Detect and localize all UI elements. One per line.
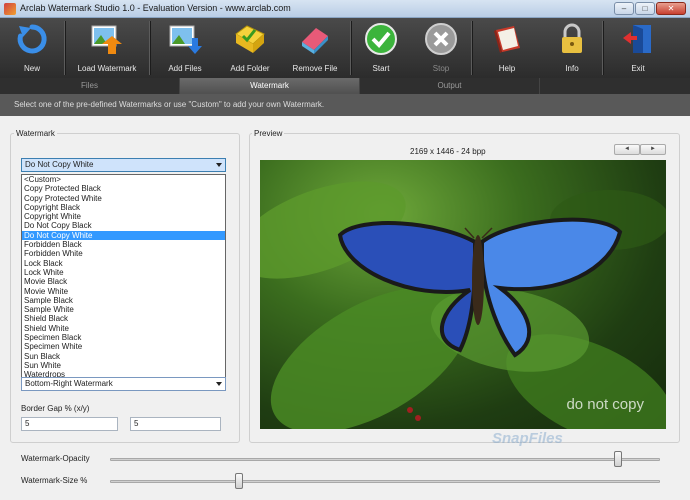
app-icon [4, 3, 16, 15]
opacity-label: Watermark-Opacity [21, 454, 90, 463]
size-slider-thumb[interactable] [234, 473, 243, 489]
add-files-button[interactable]: Add Files [150, 18, 220, 78]
image-info: 2169 x 1446 - 24 bpp [410, 147, 486, 156]
dropdown-option[interactable]: Shield White [22, 324, 225, 333]
checkmark-icon [365, 23, 397, 55]
dropdown-option[interactable]: Movie Black [22, 277, 225, 286]
size-slider-track[interactable] [110, 480, 660, 483]
preview-image: do not copy [260, 160, 666, 429]
dropdown-option[interactable]: Sun White [22, 361, 225, 370]
hint-text: Select one of the pre-defined Watermarks… [14, 100, 325, 109]
maximize-button[interactable]: □ [635, 2, 655, 15]
add-folder-button[interactable]: Add Folder [220, 18, 280, 78]
border-gap-y-input[interactable]: 5 [130, 417, 221, 431]
tab-files[interactable]: Files [0, 78, 180, 94]
dropdown-option[interactable]: Movie White [22, 287, 225, 296]
butterfly-photo [260, 181, 666, 429]
dropdown-option[interactable]: Specimen White [22, 342, 225, 351]
watermark-select[interactable]: Do Not Copy White [21, 158, 226, 172]
border-gap-x-input[interactable]: 5 [21, 417, 118, 431]
eraser-icon [302, 28, 328, 54]
watermark-group-title: Watermark [14, 129, 57, 138]
remove-file-button[interactable]: Remove File [280, 18, 350, 78]
dropdown-option[interactable]: Do Not Copy White [22, 230, 225, 241]
next-image-button[interactable]: ► [640, 144, 666, 155]
window-title: Arclab Watermark Studio 1.0 - Evaluation… [20, 3, 291, 13]
title-bar: Arclab Watermark Studio 1.0 - Evaluation… [0, 0, 690, 18]
refresh-arrow-icon [17, 24, 47, 54]
minimize-button[interactable]: – [614, 2, 634, 15]
dropdown-option[interactable]: <Custom> [22, 175, 225, 184]
dropdown-option[interactable]: Copy Protected Black [22, 184, 225, 193]
info-button[interactable]: Info [542, 18, 602, 78]
dropdown-option[interactable]: Forbidden White [22, 249, 225, 258]
load-watermark-button[interactable]: Load Watermark [65, 18, 149, 78]
picture-arrow-icon [91, 25, 122, 54]
hint-bar: Select one of the pre-defined Watermarks… [0, 94, 690, 116]
dropdown-option[interactable]: Lock White [22, 268, 225, 277]
dropdown-option[interactable]: Sun Black [22, 352, 225, 361]
chevron-down-icon [216, 163, 222, 167]
dropdown-option[interactable]: Do Not Copy Black [22, 221, 225, 230]
dropdown-option[interactable]: Copy Protected White [22, 194, 225, 203]
book-icon [494, 26, 520, 53]
opacity-slider-track[interactable] [110, 458, 660, 461]
watermark-select-value: Do Not Copy White [25, 160, 94, 169]
watermark-dropdown-list: <Custom> Copy Protected Black Copy Protect… [21, 174, 226, 379]
position-select-value: Bottom-Right Watermark [25, 379, 113, 388]
stop-x-icon [425, 23, 457, 55]
tab-bar: Files Watermark Output [0, 78, 690, 94]
close-button[interactable]: ✕ [656, 2, 686, 15]
previous-image-button[interactable]: ◄ [614, 144, 640, 155]
opacity-slider-thumb[interactable] [614, 451, 623, 467]
preview-group-title: Preview [252, 129, 285, 138]
position-select[interactable]: Bottom-Right Watermark [21, 377, 226, 391]
border-gap-label: Border Gap % (x/y) [21, 404, 90, 413]
dropdown-option[interactable]: Sample White [22, 305, 225, 314]
dropdown-option[interactable]: Copyright White [22, 212, 225, 221]
door-exit-icon [623, 25, 651, 53]
picture-add-icon [169, 25, 202, 54]
exit-button[interactable]: Exit [603, 18, 673, 78]
stop-button[interactable]: Stop [411, 18, 471, 78]
folder-icon [235, 25, 265, 53]
start-button[interactable]: Start [351, 18, 411, 78]
tab-output[interactable]: Output [360, 78, 540, 94]
lock-icon [562, 23, 582, 53]
dropdown-option[interactable]: Shield Black [22, 314, 225, 323]
watermark-overlay-text: do not copy [566, 396, 644, 413]
chevron-down-icon [216, 382, 222, 386]
snapfiles-watermark: SnapFiles [492, 430, 563, 447]
size-label: Watermark-Size % [21, 476, 88, 485]
toolbar: New Load Watermark Add Files Add Folder [0, 18, 690, 78]
help-button[interactable]: Help [472, 18, 542, 78]
dropdown-option[interactable]: Copyright Black [22, 203, 225, 212]
dropdown-option[interactable]: Sample Black [22, 296, 225, 305]
dropdown-option[interactable]: Forbidden Black [22, 240, 225, 249]
tab-watermark[interactable]: Watermark [180, 78, 360, 94]
dropdown-option[interactable]: Lock Black [22, 259, 225, 268]
dropdown-option[interactable]: Specimen Black [22, 333, 225, 342]
new-button[interactable]: New [0, 18, 64, 78]
